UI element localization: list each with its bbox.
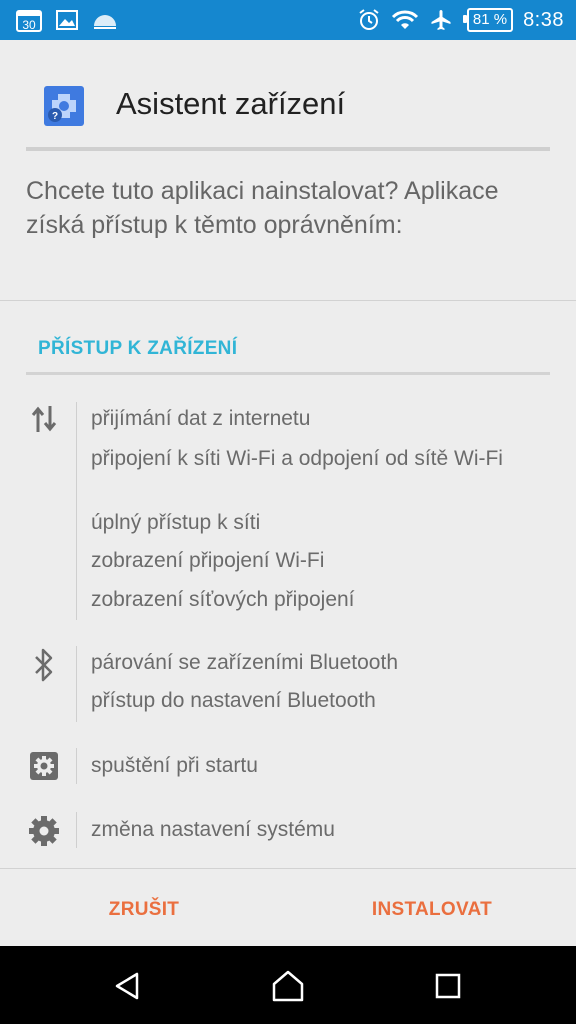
calendar-icon: 30 <box>16 8 42 32</box>
wifi-icon <box>391 9 419 31</box>
section-title: PŘÍSTUP K ZAŘÍZENÍ <box>38 338 238 359</box>
permission-item: párování se zařízeními Bluetooth <box>91 651 399 674</box>
navigation-bar <box>0 946 576 1024</box>
data-transfer-icon <box>26 404 62 434</box>
question-divider <box>0 300 576 301</box>
battery-indicator: 81 % <box>462 8 514 32</box>
permission-item: přístup do nastavení Bluetooth <box>91 689 376 712</box>
status-bar: 30 81 % 8:38 <box>0 0 576 40</box>
group-separator <box>76 748 77 784</box>
recent-apps-icon <box>435 973 461 999</box>
calendar-day: 30 <box>22 18 36 32</box>
section-divider <box>26 372 550 375</box>
permission-item: zobrazení síťových připojení <box>91 588 355 611</box>
group-separator <box>76 402 77 620</box>
alarm-icon <box>357 8 381 32</box>
dialog-title: Asistent zařízení <box>116 86 346 121</box>
settings-box-icon <box>26 750 62 782</box>
app-icon: ? <box>42 84 86 133</box>
permission-item: spuštění při startu <box>91 754 258 777</box>
clock: 8:38 <box>523 8 564 31</box>
recent-apps-button[interactable] <box>428 966 468 1006</box>
permission-item: zobrazení připojení Wi-Fi <box>91 549 325 572</box>
gear-icon <box>26 814 62 848</box>
home-icon <box>272 970 304 1002</box>
install-button[interactable]: INSTALOVAT <box>330 890 534 930</box>
back-button[interactable] <box>108 966 148 1006</box>
group-separator <box>76 812 77 848</box>
button-divider <box>0 868 576 869</box>
airplane-mode-icon <box>429 8 453 32</box>
permission-item: změna nastavení systému <box>91 818 335 841</box>
cancel-button[interactable]: ZRUŠIT <box>40 890 248 930</box>
home-button[interactable] <box>268 966 308 1006</box>
bluetooth-icon <box>26 648 62 682</box>
permission-item: přijímání dat z internetu <box>91 407 311 430</box>
back-icon <box>115 972 139 1000</box>
svg-text:?: ? <box>52 111 58 122</box>
title-divider <box>26 147 550 151</box>
weather-icon <box>92 10 118 30</box>
gallery-icon <box>56 10 78 30</box>
install-question: Chcete tuto aplikaci nainstalovat? Aplik… <box>26 177 499 239</box>
permission-item: úplný přístup k síti <box>91 511 261 534</box>
permission-item: připojení k síti Wi-Fi a odpojení od sít… <box>91 447 503 470</box>
group-separator <box>76 646 77 722</box>
